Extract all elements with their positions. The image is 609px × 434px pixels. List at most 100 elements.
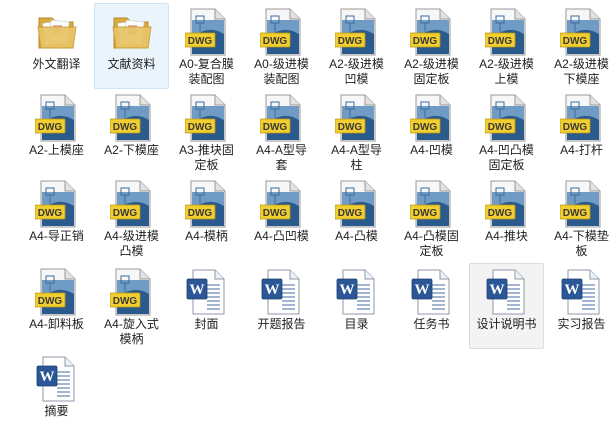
svg-text:DWG: DWG	[337, 122, 362, 133]
dwg-file-icon: DWG	[334, 180, 375, 228]
file-icon-box: DWG	[545, 178, 609, 230]
svg-text:DWG: DWG	[37, 122, 62, 133]
svg-text:DWG: DWG	[487, 36, 512, 47]
file-item[interactable]: DWG A0-级进模 装配图	[244, 3, 319, 89]
file-item[interactable]: DWG A4-凸模	[319, 175, 394, 261]
dwg-file-icon: DWG	[34, 94, 75, 142]
file-name-label: A4-凸模	[335, 229, 378, 243]
svg-text:DWG: DWG	[562, 122, 587, 133]
file-item[interactable]: DWG A4-卸料板	[19, 263, 94, 349]
file-item[interactable]: W 摘要	[19, 350, 94, 434]
file-item[interactable]: W 任务书	[394, 263, 469, 349]
svg-text:W: W	[489, 282, 504, 298]
file-item[interactable]: DWG A4-A型导 柱	[319, 89, 394, 175]
file-icon-box: DWG	[320, 6, 393, 58]
word-doc-icon: W	[411, 269, 449, 315]
file-icon-box: DWG	[320, 92, 393, 144]
file-icon-box: DWG	[545, 6, 609, 58]
dwg-file-icon: DWG	[184, 8, 225, 56]
file-item[interactable]: DWG A4-凹模	[394, 89, 469, 175]
dwg-file-icon: DWG	[259, 180, 300, 228]
file-name-label: 任务书	[413, 317, 450, 331]
dwg-file-icon: DWG	[484, 94, 525, 142]
file-name-label: A4-A型导 柱	[331, 143, 382, 172]
svg-text:DWG: DWG	[112, 208, 137, 219]
file-name-label: 设计说明书	[476, 317, 537, 331]
svg-text:W: W	[339, 282, 354, 298]
svg-text:DWG: DWG	[262, 208, 287, 219]
dwg-file-icon: DWG	[484, 8, 525, 56]
file-icon-box: DWG	[395, 6, 468, 58]
file-item[interactable]: DWG A2-级进模 凹模	[319, 3, 394, 89]
file-name-label: 文献资料	[107, 57, 156, 71]
dwg-file-icon: DWG	[409, 8, 450, 56]
word-doc-icon: W	[36, 356, 74, 402]
file-item[interactable]: DWG A4-级进模 凸模	[94, 175, 169, 261]
word-doc-icon: W	[336, 269, 374, 315]
file-icon-box	[20, 6, 93, 58]
file-icon-box: DWG	[20, 178, 93, 230]
file-item[interactable]: W 实习报告	[544, 263, 609, 349]
file-item[interactable]: DWG A2-下模座	[94, 89, 169, 175]
file-icon-box: DWG	[470, 6, 543, 58]
file-item[interactable]: DWG A4-A型导 套	[244, 89, 319, 175]
svg-text:DWG: DWG	[37, 208, 62, 219]
file-item[interactable]: DWG A4-凸模固 定板	[394, 175, 469, 261]
file-icon-box: DWG	[245, 92, 318, 144]
svg-text:W: W	[189, 282, 204, 298]
file-item[interactable]: DWG A4-打杆	[544, 89, 609, 175]
svg-text:DWG: DWG	[562, 208, 587, 219]
svg-text:DWG: DWG	[412, 36, 437, 47]
svg-text:DWG: DWG	[412, 208, 437, 219]
file-item[interactable]: W 目录	[319, 263, 394, 349]
dwg-file-icon: DWG	[259, 94, 300, 142]
svg-text:DWG: DWG	[562, 36, 587, 47]
file-icon-box: DWG	[395, 178, 468, 230]
file-name-label: A4-A型导 套	[256, 143, 307, 172]
file-icon-box: DWG	[170, 178, 243, 230]
file-item[interactable]: DWG A2-级进模 下模座	[544, 3, 609, 89]
file-item[interactable]: DWG A4-凹凸模 固定板	[469, 89, 544, 175]
svg-text:W: W	[564, 282, 579, 298]
file-item[interactable]: 文献资料	[94, 3, 169, 89]
file-item[interactable]: DWG A2-级进模 上模	[469, 3, 544, 89]
file-item[interactable]: DWG A4-下模垫 板	[544, 175, 609, 261]
file-item[interactable]: DWG A4-模柄	[169, 175, 244, 261]
svg-text:W: W	[39, 369, 54, 385]
dwg-file-icon: DWG	[559, 180, 600, 228]
file-icon-box: DWG	[20, 92, 93, 144]
file-item[interactable]: W 开题报告	[244, 263, 319, 349]
file-item[interactable]: 外文翻译	[19, 3, 94, 89]
svg-text:DWG: DWG	[487, 208, 512, 219]
word-doc-icon: W	[186, 269, 224, 315]
file-item[interactable]: DWG A2-上模座	[19, 89, 94, 175]
file-item[interactable]: DWG A4-旋入式 模柄	[94, 263, 169, 349]
file-name-label: A2-上模座	[29, 143, 84, 157]
svg-text:DWG: DWG	[487, 122, 512, 133]
file-name-label: 目录	[344, 317, 369, 331]
file-item[interactable]: W 设计说明书	[469, 263, 544, 349]
file-item[interactable]: DWG A4-凸凹模	[244, 175, 319, 261]
dwg-file-icon: DWG	[109, 94, 150, 142]
file-name-label: 封面	[194, 317, 219, 331]
file-name-label: A0-复合膜 装配图	[179, 57, 234, 86]
file-name-label: A4-凸模固 定板	[404, 229, 459, 258]
file-item[interactable]: DWG A4-推块	[469, 175, 544, 261]
dwg-file-icon: DWG	[334, 8, 375, 56]
file-name-label: A2-下模座	[104, 143, 159, 157]
file-item[interactable]: DWG A0-复合膜 装配图	[169, 3, 244, 89]
file-name-label: A4-推块	[485, 229, 528, 243]
svg-text:DWG: DWG	[337, 36, 362, 47]
file-icon-box: W	[170, 266, 243, 318]
svg-text:DWG: DWG	[337, 208, 362, 219]
file-name-label: A3-推块固 定板	[179, 143, 234, 172]
file-name-label: A2-级进模 下模座	[554, 57, 609, 86]
dwg-file-icon: DWG	[109, 180, 150, 228]
file-item[interactable]: DWG A2-级进模 固定板	[394, 3, 469, 89]
file-item[interactable]: DWG A3-推块固 定板	[169, 89, 244, 175]
file-item[interactable]: W 封面	[169, 263, 244, 349]
file-icon-box: DWG	[95, 266, 168, 318]
file-icon-box: DWG	[95, 178, 168, 230]
file-icon-box: W	[320, 266, 393, 318]
file-item[interactable]: DWG A4-导正销	[19, 175, 94, 261]
